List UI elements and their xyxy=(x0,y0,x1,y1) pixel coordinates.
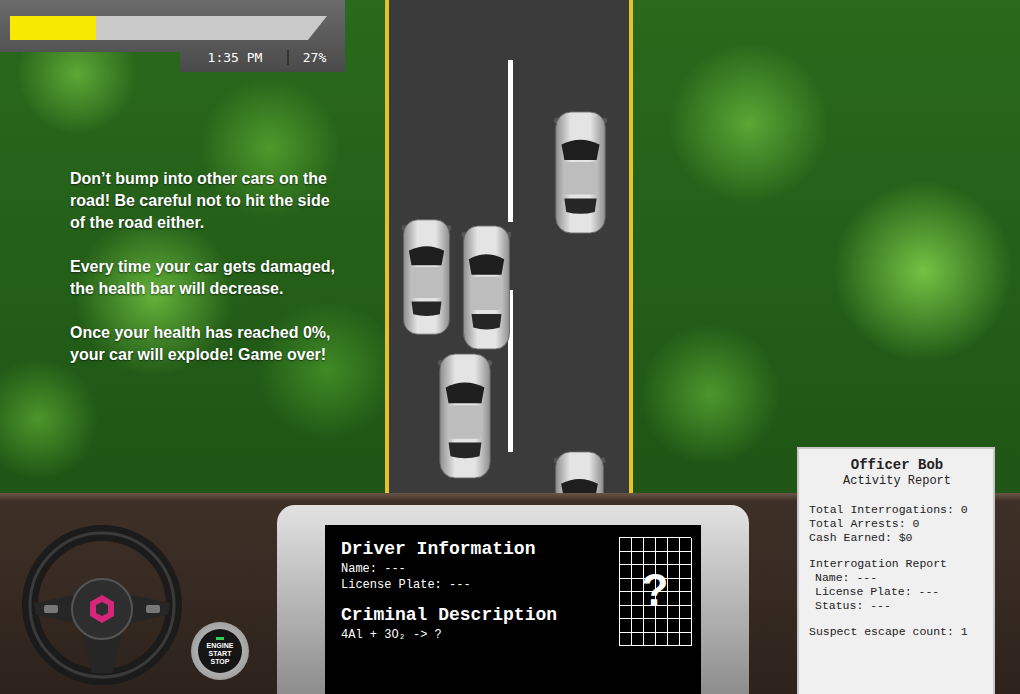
grid-cell xyxy=(680,606,692,620)
escape-count: Suspect escape count: 1 xyxy=(809,625,985,639)
interrogation-field: Status: --- xyxy=(809,599,985,613)
grid-cell xyxy=(632,633,644,647)
engine-button-face: ENGINESTARTSTOP xyxy=(198,629,242,673)
report-total: Total Arrests: 0 xyxy=(809,517,985,531)
grid-cell xyxy=(620,579,632,593)
grid-cell xyxy=(680,552,692,566)
health-bar xyxy=(10,16,327,40)
suspect-portrait: ? xyxy=(619,537,691,645)
grid-cell xyxy=(644,538,656,552)
forest-right xyxy=(633,0,1020,493)
grid-cell xyxy=(620,606,632,620)
car-icon xyxy=(460,224,513,351)
engine-label: ENGINE xyxy=(207,642,234,650)
instruction-text: Once your health has reached 0%, your ca… xyxy=(70,322,340,366)
health-bar-fill xyxy=(10,16,96,40)
grid-cell xyxy=(656,619,668,633)
grid-cell xyxy=(668,619,680,633)
clock: 1:35 PM xyxy=(183,50,289,65)
portrait-unknown: ? xyxy=(619,565,691,615)
hud-info: 1:35 PM27% xyxy=(183,44,340,70)
grid-cell xyxy=(668,579,680,593)
car-icon xyxy=(436,352,494,480)
lane-marker xyxy=(508,60,513,222)
grid-cell xyxy=(680,592,692,606)
grid-cell xyxy=(680,633,692,647)
grid-cell xyxy=(668,552,680,566)
driver-title: Driver Information xyxy=(341,537,607,561)
grid-cell xyxy=(644,552,656,566)
grid-cell xyxy=(620,619,632,633)
grid-cell xyxy=(644,633,656,647)
grid-cell xyxy=(620,633,632,647)
driver-field: License Plate: --- xyxy=(341,577,607,593)
forest-left: Don’t bump into other cars on the road! … xyxy=(0,0,385,493)
grid-cell xyxy=(668,633,680,647)
car-icon xyxy=(400,218,453,336)
grid-cell xyxy=(620,592,632,606)
interrogation-title: Interrogation Report xyxy=(809,557,985,571)
road xyxy=(385,0,633,493)
grid-cell xyxy=(668,606,680,620)
report-total: Total Interrogations: 0 xyxy=(809,503,985,517)
engine-led-icon xyxy=(216,637,224,640)
engine-label: STOP xyxy=(211,658,230,666)
grid-cell xyxy=(632,619,644,633)
grid-cell xyxy=(680,538,692,552)
criminal-title: Criminal Description xyxy=(341,603,607,627)
grid-cell xyxy=(668,592,680,606)
interrogation-field: Name: --- xyxy=(809,571,985,585)
driver-field: Name: --- xyxy=(341,561,607,577)
grid-cell xyxy=(632,552,644,566)
grid-cell xyxy=(620,565,632,579)
engine-start-button[interactable]: ENGINESTARTSTOP xyxy=(191,622,249,680)
engine-label: START xyxy=(209,650,232,658)
grid-cell xyxy=(620,552,632,566)
steering-wheel-icon[interactable] xyxy=(20,523,185,688)
report-title: Officer Bob xyxy=(809,457,985,474)
instruction-text: Don’t bump into other cars on the road! … xyxy=(70,168,340,234)
report-totals: Total Interrogations: 0Total Arrests: 0C… xyxy=(809,503,985,545)
display-screen: Driver InformationName: ---License Plate… xyxy=(325,525,701,694)
grid-cell xyxy=(680,579,692,593)
grid-cell xyxy=(620,538,632,552)
instruction-text: Every time your car gets damaged, the he… xyxy=(70,256,340,300)
car-icon xyxy=(552,110,609,235)
game-screen: Don’t bump into other cars on the road! … xyxy=(0,0,1020,694)
grid-cell xyxy=(656,552,668,566)
report-total: Cash Earned: $0 xyxy=(809,531,985,545)
grid-cell xyxy=(656,538,668,552)
interrogation-field: License Plate: --- xyxy=(809,585,985,599)
scene: Don’t bump into other cars on the road! … xyxy=(0,0,1020,493)
health-percent: 27% xyxy=(289,50,340,65)
report-subtitle: Activity Report xyxy=(809,474,985,489)
grid-cell xyxy=(668,538,680,552)
grid-cell xyxy=(680,565,692,579)
criminal-description: 4Al + 3O₂ -> ? xyxy=(341,627,607,643)
grid-cell xyxy=(680,619,692,633)
grid-cell xyxy=(632,538,644,552)
grid-cell xyxy=(644,619,656,633)
driver-info: Driver InformationName: ---License Plate… xyxy=(341,537,607,694)
car-icon xyxy=(552,450,607,493)
grid-cell xyxy=(656,633,668,647)
interrogation-report: Interrogation ReportName: ---License Pla… xyxy=(809,557,985,613)
activity-report: Officer BobActivity Report Total Interrog… xyxy=(797,447,995,694)
display-bezel: Driver InformationName: ---License Plate… xyxy=(277,505,749,694)
grid-cell xyxy=(668,565,680,579)
